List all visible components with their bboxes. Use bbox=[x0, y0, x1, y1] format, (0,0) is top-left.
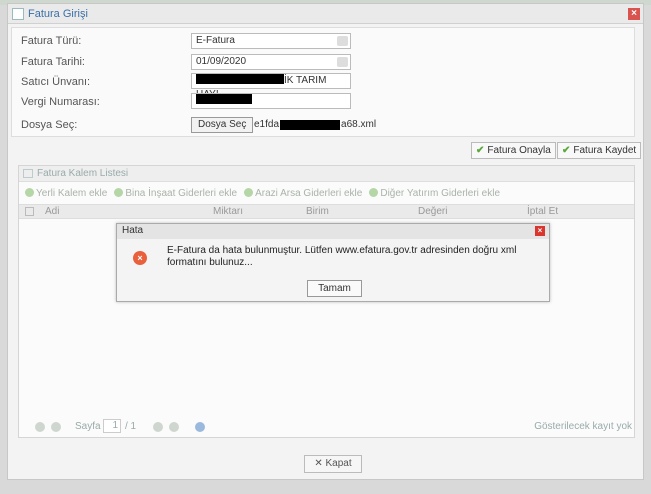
bina-insaat-ekle-button[interactable]: Bina İnşaat Giderleri ekle bbox=[114, 187, 238, 199]
check-icon: ✔ bbox=[476, 145, 485, 156]
pager-empty-text: Gösterilecek kayıt yok bbox=[534, 421, 632, 432]
add-icon bbox=[25, 187, 34, 197]
redacted-block bbox=[196, 74, 284, 84]
dialog-message: E-Fatura da hata bulunmuştur. Lütfen www… bbox=[167, 245, 517, 268]
pager: Sayfa 1 / 1 Gösterilecek kayıt yok bbox=[19, 417, 634, 437]
fatura-kaydet-button[interactable]: ✔ Fatura Kaydet bbox=[557, 142, 642, 159]
toolbar-label: Bina İnşaat Giderleri ekle bbox=[125, 187, 238, 199]
satici-input[interactable]: İK TARIM HAY! bbox=[191, 73, 351, 100]
redacted-block bbox=[196, 94, 252, 104]
first-page-icon[interactable] bbox=[35, 422, 45, 432]
calendar-icon[interactable] bbox=[337, 57, 348, 67]
table-header: Adi Miktarı Birim Değeri İptal Et bbox=[19, 204, 634, 219]
add-icon bbox=[244, 187, 254, 197]
fatura-tarihi-input[interactable]: 01/09/2020 bbox=[191, 54, 351, 70]
dialog-body: × E-Fatura da hata bulunmuştur. Lütfen w… bbox=[117, 239, 549, 277]
vergi-label: Vergi Numarası: bbox=[21, 96, 100, 108]
arazi-arsa-ekle-button[interactable]: Arazi Arsa Giderleri ekle bbox=[244, 187, 363, 199]
add-icon bbox=[369, 187, 379, 197]
column-iptal-et[interactable]: İptal Et bbox=[527, 206, 558, 217]
select-all-checkbox[interactable] bbox=[25, 207, 34, 216]
last-page-icon[interactable] bbox=[169, 422, 179, 432]
toolbar-label: Yerli Kalem ekle bbox=[36, 187, 108, 199]
window-close-icon[interactable]: × bbox=[628, 8, 640, 20]
redacted-block bbox=[280, 119, 341, 130]
error-dialog: Hata × × E-Fatura da hata bulunmuştur. L… bbox=[116, 223, 550, 302]
yerli-kalem-ekle-button[interactable]: Yerli Kalem ekle bbox=[25, 187, 108, 199]
next-page-icon[interactable] bbox=[153, 422, 163, 432]
column-miktari[interactable]: Miktarı bbox=[213, 206, 243, 217]
list-titlebar: Fatura Kalem Listesi bbox=[19, 166, 634, 182]
list-title: Fatura Kalem Listesi bbox=[37, 168, 129, 179]
list-icon bbox=[23, 169, 33, 178]
dialog-title: Hata bbox=[122, 225, 144, 236]
prev-page-icon[interactable] bbox=[51, 422, 61, 432]
check-icon: ✔ bbox=[562, 145, 571, 156]
diger-yatirim-ekle-button[interactable]: Diğer Yatırım Giderleri ekle bbox=[369, 187, 501, 199]
page-label: Sayfa bbox=[75, 421, 101, 432]
fatura-turu-select[interactable]: E-Fatura bbox=[191, 33, 351, 49]
column-degeri[interactable]: Değeri bbox=[418, 206, 447, 217]
dosya-label: Dosya Seç: bbox=[21, 119, 78, 131]
page-total: / 1 bbox=[125, 421, 137, 432]
dosya-sec-button[interactable]: Dosya Seç bbox=[191, 117, 254, 133]
dialog-close-icon[interactable]: × bbox=[535, 226, 545, 236]
column-birim[interactable]: Birim bbox=[306, 206, 329, 217]
window-icon bbox=[12, 7, 24, 20]
fatura-onayla-button[interactable]: ✔ Fatura Onayla bbox=[471, 142, 556, 159]
page-input[interactable]: 1 bbox=[103, 419, 121, 433]
fatura-tarihi-label: Fatura Tarihi: bbox=[21, 56, 85, 68]
file-name: e1fda a68.xml bbox=[254, 119, 376, 130]
tamam-button[interactable]: Tamam bbox=[307, 280, 362, 297]
fatura-tarihi-value: 01/09/2020 bbox=[196, 56, 247, 67]
refresh-icon[interactable] bbox=[195, 422, 205, 432]
fatura-onayla-label: Fatura Onayla bbox=[487, 145, 551, 156]
satici-label: Satıcı Ünvanı: bbox=[21, 76, 91, 88]
fatura-turu-label: Fatura Türü: bbox=[21, 35, 82, 47]
column-adi[interactable]: Adi bbox=[45, 206, 59, 217]
window-title: Fatura Girişi bbox=[28, 7, 88, 20]
file-name-suffix: a68.xml bbox=[341, 119, 377, 130]
file-name-prefix: e1fda bbox=[254, 119, 280, 130]
fatura-turu-value: E-Fatura bbox=[196, 35, 235, 46]
vergi-input[interactable] bbox=[191, 93, 351, 109]
error-icon: × bbox=[133, 251, 147, 265]
dialog-titlebar: Hata × bbox=[117, 224, 549, 239]
window-titlebar: Fatura Girişi bbox=[8, 4, 643, 24]
dropdown-icon bbox=[337, 36, 348, 46]
kapat-button[interactable]: ✕ Kapat bbox=[304, 455, 362, 473]
list-toolbar: Yerli Kalem ekle Bina İnşaat Giderleri e… bbox=[19, 182, 634, 204]
toolbar-label: Diğer Yatırım Giderleri ekle bbox=[380, 187, 501, 199]
add-icon bbox=[114, 187, 124, 197]
fatura-kaydet-label: Fatura Kaydet bbox=[573, 145, 637, 156]
toolbar-label: Arazi Arsa Giderleri ekle bbox=[255, 187, 363, 199]
